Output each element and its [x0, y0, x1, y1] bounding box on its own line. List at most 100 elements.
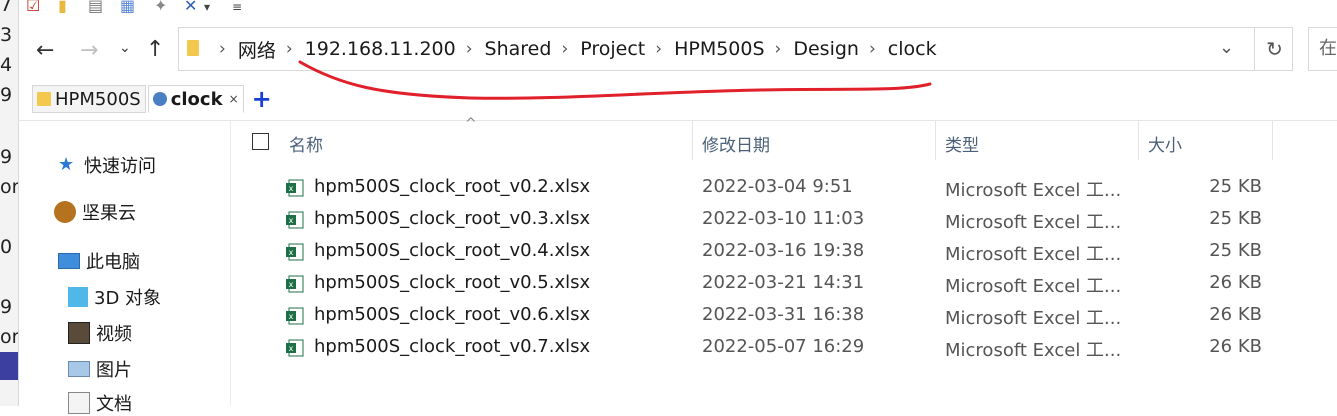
file-date: 2022-03-16 19:38 [702, 240, 865, 261]
customize-icon[interactable]: ≡ [232, 0, 242, 14]
column-header-size[interactable]: 大小 [1148, 131, 1182, 156]
checkbox-icon[interactable]: ☑ [26, 0, 40, 15]
breadcrumb-hpm500s[interactable]: HPM500S [674, 38, 764, 60]
refresh-icon[interactable]: ↻ [1254, 28, 1294, 70]
sidebar-item-label: 视频 [96, 324, 132, 345]
sidebar-item-3d-objects[interactable]: 3D 对象 [68, 284, 161, 310]
edge-fragment: or [0, 326, 19, 348]
forward-arrow-icon[interactable]: → [80, 38, 98, 63]
film-icon [68, 322, 90, 344]
sidebar-item-label: 快速访问 [84, 156, 156, 177]
file-row[interactable]: x hpm500S_clock_root_v0.7.xlsx 2022-05-0… [280, 333, 1280, 363]
chevron-right-icon[interactable]: › [869, 39, 876, 59]
column-divider[interactable] [692, 120, 693, 160]
sidebar-item-label: 文档 [96, 394, 132, 415]
add-tab-icon[interactable]: + [252, 85, 272, 113]
chevron-right-icon[interactable]: › [286, 39, 293, 59]
folder-icon [187, 40, 199, 56]
close-icon[interactable]: × [229, 92, 239, 106]
file-row[interactable]: x hpm500S_clock_root_v0.2.xlsx 2022-03-0… [280, 173, 1280, 203]
column-header-name[interactable]: 名称 [289, 131, 323, 156]
back-arrow-icon[interactable]: ← [36, 38, 54, 63]
column-divider[interactable] [935, 120, 936, 160]
sidebar-item-label: 图片 [96, 360, 132, 381]
pin-icon[interactable]: ✦ [154, 0, 167, 15]
file-size: 25 KB [1209, 208, 1262, 229]
sidebar-item-videos[interactable]: 视频 [68, 320, 132, 346]
breadcrumb-network[interactable]: 网络 [238, 36, 276, 63]
column-divider[interactable] [1138, 120, 1139, 160]
address-dropdown-icon[interactable]: ⌄ [1219, 37, 1234, 58]
edge-fragment: 7 [0, 0, 13, 16]
chevron-right-icon[interactable]: › [219, 39, 226, 59]
file-name[interactable]: hpm500S_clock_root_v0.5.xlsx [314, 272, 590, 293]
sidebar-item-quick-access[interactable]: ★ 快速访问 [58, 152, 156, 178]
file-name[interactable]: hpm500S_clock_root_v0.7.xlsx [314, 336, 590, 357]
breadcrumb-project[interactable]: Project [580, 38, 645, 60]
file-name[interactable]: hpm500S_clock_root_v0.3.xlsx [314, 208, 590, 229]
svg-text:x: x [289, 248, 294, 257]
file-size: 26 KB [1209, 304, 1262, 325]
chevron-right-icon[interactable]: › [655, 39, 662, 59]
tab-label: clock [170, 88, 223, 110]
address-bar[interactable]: › 网络 › 192.168.11.200 › Shared › Project… [178, 27, 1293, 71]
file-type: Microsoft Excel 工... [945, 180, 1122, 201]
edge-fragment: 0 [0, 236, 13, 258]
breadcrumb-design[interactable]: Design [793, 38, 859, 60]
svg-text:x: x [289, 280, 294, 289]
chevron-right-icon[interactable]: › [775, 39, 782, 59]
file-date: 2022-03-04 9:51 [702, 176, 853, 197]
file-name[interactable]: hpm500S_clock_root_v0.6.xlsx [314, 304, 590, 325]
star-icon: ★ [58, 154, 75, 175]
file-name[interactable]: hpm500S_clock_root_v0.2.xlsx [314, 176, 590, 197]
breadcrumb-host[interactable]: 192.168.11.200 [305, 38, 456, 60]
excel-file-icon: x [286, 307, 304, 325]
properties-icon[interactable]: ▤ [88, 0, 103, 15]
file-name[interactable]: hpm500S_clock_root_v0.4.xlsx [314, 240, 590, 261]
file-row[interactable]: x hpm500S_clock_root_v0.5.xlsx 2022-03-2… [280, 269, 1280, 299]
tab-label: HPM500S [55, 88, 141, 110]
file-row[interactable]: x hpm500S_clock_root_v0.4.xlsx 2022-03-1… [280, 237, 1280, 267]
breadcrumb-shared[interactable]: Shared [485, 38, 552, 60]
breadcrumb-clock[interactable]: clock [888, 38, 937, 60]
file-type: Microsoft Excel 工... [945, 276, 1122, 297]
chevron-right-icon[interactable]: › [466, 39, 473, 59]
file-size: 25 KB [1209, 176, 1262, 197]
edge-fragment: 9 [0, 146, 13, 168]
chevron-down-icon[interactable]: ▾ [204, 0, 210, 14]
excel-file-icon: x [286, 339, 304, 357]
up-arrow-icon[interactable]: ↑ [146, 37, 164, 62]
breadcrumb: › 网络 › 192.168.11.200 › Shared › Project… [209, 28, 937, 70]
column-divider[interactable] [1272, 120, 1273, 160]
column-header-date[interactable]: 修改日期 [702, 131, 770, 156]
quick-access-toolbar: ☑ ▮ ▤ ▦ ✦ ✕ ▾ ≡ [18, 0, 278, 18]
file-row[interactable]: x hpm500S_clock_root_v0.3.xlsx 2022-03-1… [280, 205, 1280, 235]
file-date: 2022-03-21 14:31 [702, 272, 865, 293]
search-input[interactable]: 在 [1308, 27, 1337, 71]
picture-icon [68, 361, 90, 377]
sidebar-item-this-pc[interactable]: 此电脑 [58, 248, 140, 274]
sidebar-item-documents[interactable]: 文档 [68, 390, 132, 416]
column-header-type[interactable]: 类型 [945, 131, 979, 156]
view-icon[interactable]: ▦ [120, 0, 135, 15]
cube-icon [68, 287, 88, 307]
tab-hpm500s[interactable]: HPM500S [32, 85, 146, 113]
sidebar-item-jianguoyun[interactable]: 坚果云 [54, 199, 136, 225]
sidebar-item-pictures[interactable]: 图片 [68, 356, 132, 382]
select-all-checkbox[interactable] [252, 133, 269, 150]
recent-dropdown-icon[interactable]: ⌄ [119, 40, 131, 56]
network-folder-icon [152, 92, 167, 106]
document-icon [68, 392, 90, 414]
sort-caret-icon: ^ [465, 116, 477, 132]
folder-icon[interactable]: ▮ [58, 0, 67, 15]
edge-fragment: or [0, 176, 19, 198]
computer-icon [58, 253, 80, 269]
file-type: Microsoft Excel 工... [945, 212, 1122, 233]
tab-strip: HPM500S clock × + [32, 84, 272, 114]
tab-clock[interactable]: clock × [147, 85, 244, 113]
excel-file-icon: x [286, 243, 304, 261]
file-row[interactable]: x hpm500S_clock_root_v0.6.xlsx 2022-03-3… [280, 301, 1280, 331]
folder-icon [37, 92, 51, 106]
delete-icon[interactable]: ✕ [184, 0, 197, 15]
chevron-right-icon[interactable]: › [561, 39, 568, 59]
